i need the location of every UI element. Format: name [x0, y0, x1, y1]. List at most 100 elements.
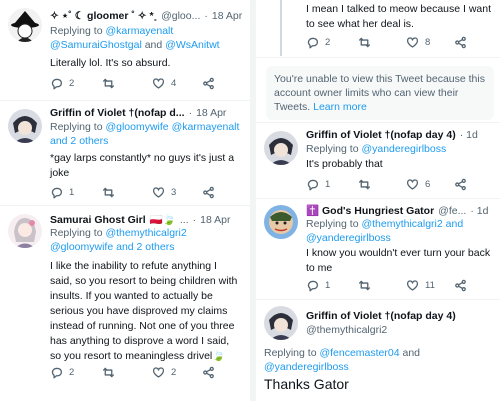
handle[interactable]: ... [180, 214, 189, 226]
tweet-samurai[interactable]: Samurai Ghost Girl 🇵🇱🍃 ... · 18 Apr Repl… [0, 206, 250, 401]
like-button[interactable]: 3 [152, 186, 202, 199]
reply-context: Replying to @karmayenalt @SamuraiGhostga… [50, 24, 220, 52]
timestamp[interactable]: · 1d [460, 129, 478, 141]
like-button[interactable]: 6 [406, 178, 454, 191]
display-name[interactable]: Samurai Ghost Girl [50, 214, 146, 226]
reply-button[interactable]: 2 [50, 366, 102, 379]
mention-link[interactable]: @karmayenalt [172, 121, 240, 133]
reply-button[interactable]: 1 [306, 178, 358, 191]
reply-icon [307, 280, 319, 292]
display-name[interactable]: ✧ ⋆˚ ☾ gloomer ˚ ✧ *˳ [50, 10, 157, 22]
reply-button[interactable]: 1 [306, 279, 358, 292]
like-count: 11 [425, 280, 435, 291]
reply-button[interactable]: 2 [306, 36, 358, 49]
share-button[interactable] [454, 36, 467, 49]
others-link[interactable]: and 2 others [50, 135, 108, 147]
retweet-button[interactable] [358, 36, 406, 49]
replying-to-label: Replying to [306, 143, 359, 155]
text-line: to see what her deal is. [306, 18, 414, 30]
tweet-text: I mean I talked to meow because I want t… [306, 2, 491, 32]
mention-link[interactable]: @SamuraiGhostgal [50, 39, 142, 51]
share-button[interactable] [202, 366, 215, 379]
retweet-icon [102, 367, 115, 378]
reply-icon [51, 187, 63, 199]
others-link[interactable]: and 2 others [116, 241, 174, 253]
mention-link[interactable]: @fencemaster04 [319, 347, 399, 359]
handle[interactable]: @gloo... [161, 10, 200, 22]
tweet-gloomer[interactable]: ✧ ⋆˚ ☾ gloomer ˚ ✧ *˳ @gloo... · 18 Apr … [0, 0, 250, 100]
avatar[interactable] [8, 109, 42, 143]
share-icon [455, 178, 466, 191]
reply-count: 1 [325, 280, 331, 291]
tweet-focused[interactable]: Griffin of Violet †(nofap day 4) @themyt… [256, 300, 500, 401]
retweet-icon [358, 37, 371, 48]
retweet-button[interactable] [102, 186, 152, 199]
mention-link[interactable]: @gloomywife [105, 121, 168, 133]
tweet-griffin[interactable]: Griffin of Violet †(nofap d... · 18 Apr … [0, 101, 250, 205]
mention-link[interactable]: @themythicalgri2 [105, 227, 186, 239]
retweet-button[interactable] [358, 279, 406, 292]
like-button[interactable]: 2 [152, 366, 202, 379]
text-line: I mean I talked to meow because I want [306, 3, 492, 15]
text-line: *gay larps constantly* no guys it's just… [50, 152, 235, 164]
action-bar: 2 2 [50, 366, 215, 379]
thread-line [280, 0, 282, 56]
share-icon [203, 366, 214, 379]
reply-button[interactable]: 1 [50, 186, 102, 199]
avatar[interactable] [264, 306, 298, 340]
avatar[interactable] [8, 8, 42, 42]
display-name[interactable]: Griffin of Violet †(nofap d... [50, 107, 185, 119]
reply-context: Replying to @gloomywife @karmayenalt and… [50, 120, 239, 148]
text-line: serious you have disproved my claims [50, 305, 228, 317]
mention-link[interactable]: @yanderegirlboss [306, 232, 391, 244]
text-line: so you resort to meaningless drivel🍃 [50, 350, 226, 362]
text-line: insults. If you wanted to actually be [50, 290, 213, 302]
dot: · [188, 107, 193, 119]
timestamp[interactable]: 18 Apr [212, 10, 242, 22]
reply-button[interactable]: 2 [50, 77, 102, 90]
timestamp[interactable]: · 1d [470, 205, 488, 217]
mention-link[interactable]: @gloomywife [50, 241, 113, 253]
tweet-text: I know you wouldn't ever turn your back … [306, 246, 490, 276]
mention-link[interactable]: @yanderegirlboss [361, 143, 446, 155]
avatar[interactable] [264, 205, 298, 239]
like-button[interactable]: 4 [152, 77, 202, 90]
mention-link[interactable]: @karmayenalt [105, 25, 173, 37]
like-button[interactable]: 11 [406, 279, 454, 292]
retweet-button[interactable] [102, 366, 152, 379]
learn-more-link[interactable]: Learn more [313, 101, 367, 113]
avatar[interactable] [264, 131, 298, 165]
share-button[interactable] [454, 279, 467, 292]
share-button[interactable] [202, 186, 215, 199]
reply-context: Replying to @themythicalgri2 and @yander… [306, 217, 463, 245]
display-name[interactable]: Griffin of Violet †(nofap day 4) [306, 310, 456, 322]
avatar[interactable] [8, 214, 42, 248]
mention-link[interactable]: @yanderegirlboss [264, 361, 349, 373]
share-button[interactable] [454, 178, 467, 191]
mention-link[interactable]: @themythicalgri2 and [361, 218, 463, 230]
handle[interactable]: @fe... [438, 205, 466, 217]
text-line: said, so you resort to being children wi… [50, 275, 238, 287]
tweet-partial[interactable]: I mean I talked to meow because I want t… [256, 0, 500, 56]
handle[interactable]: @themythicalgri2 [306, 324, 387, 336]
name-emoji: 🇵🇱🍃 [149, 214, 176, 226]
retweet-button[interactable] [358, 178, 406, 191]
retweet-button[interactable] [102, 77, 152, 90]
reply-icon [51, 78, 63, 90]
reply-count: 1 [69, 187, 75, 198]
share-icon [455, 279, 466, 292]
display-name[interactable]: ✝️ God's Hungriest Gator [306, 204, 434, 217]
tweet-gator[interactable]: ✝️ God's Hungriest Gator @fe... · 1d Rep… [256, 199, 500, 299]
unavailable-tweet-notice: You're unable to view this Tweet because… [266, 66, 494, 120]
dot: · [192, 214, 197, 226]
tweet-griffin-reply[interactable]: Griffin of Violet †(nofap day 4) · 1d Re… [256, 123, 500, 198]
timestamp[interactable]: 18 Apr [196, 107, 226, 119]
display-name[interactable]: Griffin of Violet †(nofap day 4) [306, 129, 456, 141]
timestamp[interactable]: 18 Apr [200, 214, 230, 226]
share-button[interactable] [202, 77, 215, 90]
dot: · [204, 10, 208, 22]
text-line: Literally lol. It's so absurd. [50, 57, 171, 69]
mention-link[interactable]: @WsAnitwt [165, 39, 219, 51]
like-button[interactable]: 8 [406, 36, 454, 49]
tweet-text: *gay larps constantly* no guys it's just… [50, 151, 234, 181]
